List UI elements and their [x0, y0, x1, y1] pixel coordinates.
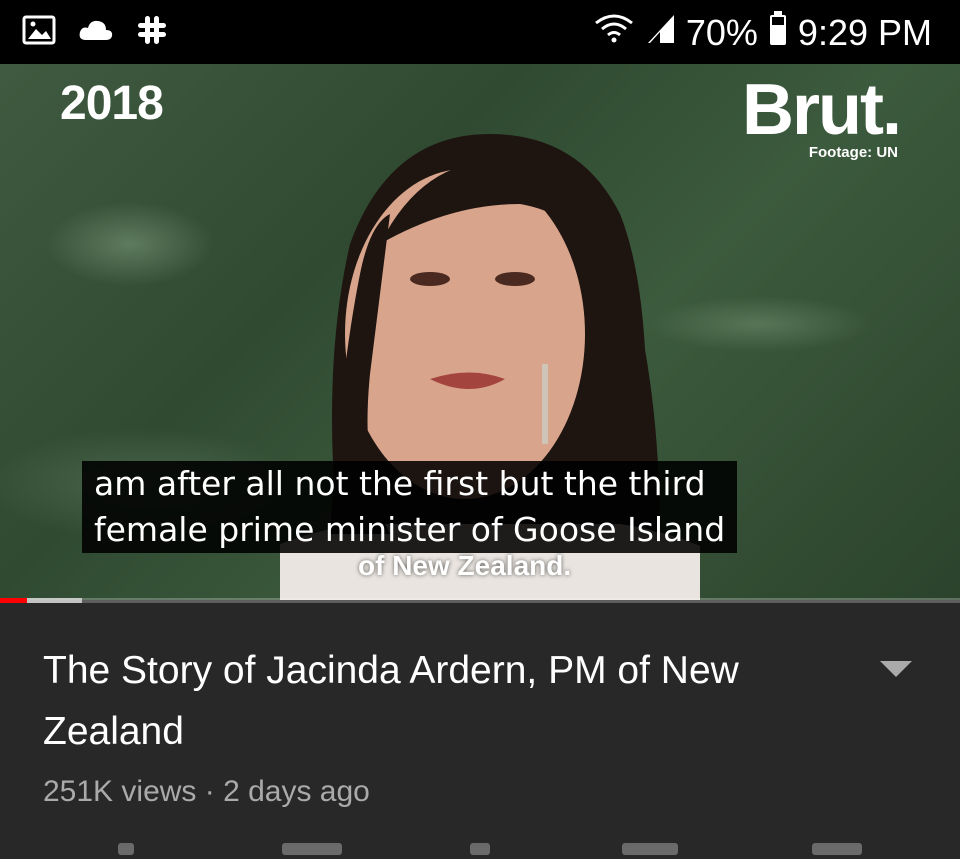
signal-icon: [646, 11, 676, 54]
download-icon[interactable]: [622, 843, 678, 855]
clock-time: 9:29 PM: [797, 11, 932, 53]
video-title[interactable]: The Story of Jacinda Ardern, PM of New Z…: [43, 640, 803, 762]
brand-logo: Brut.: [742, 70, 902, 150]
caption-line: am after all not the first but the third: [94, 464, 706, 503]
video-player[interactable]: 2018 Brut. Footage: UN am after all not …: [0, 64, 960, 600]
status-notification-icons: [22, 14, 168, 51]
status-system-icons: 70% 9:29 PM: [592, 10, 932, 55]
share-icon[interactable]: [470, 843, 490, 855]
video-meta: 251K views · 2 days ago: [43, 775, 370, 808]
gallery-icon: [22, 15, 56, 50]
like-icon[interactable]: [118, 843, 134, 855]
save-icon[interactable]: [812, 843, 862, 855]
battery-percent: 70%: [685, 11, 758, 53]
caption-line: female prime minister of Goose Island: [94, 510, 726, 549]
closed-captions: am after all not the first but the third…: [82, 461, 738, 553]
cloud-icon: [78, 18, 114, 47]
status-bar: 70% 9:29 PM: [0, 0, 960, 64]
expand-description-button[interactable]: [876, 657, 916, 681]
battery-icon: [768, 10, 788, 55]
chevron-down-icon: [880, 661, 912, 677]
burned-in-subtitle: of New Zealand.: [358, 550, 572, 581]
slack-icon: [136, 14, 168, 51]
year-overlay: 2018: [60, 77, 164, 130]
footage-credit: Footage: UN: [808, 144, 898, 161]
wifi-icon: [592, 11, 636, 54]
dislike-icon[interactable]: [282, 843, 342, 855]
video-details-panel: The Story of Jacinda Ardern, PM of New Z…: [0, 603, 960, 855]
action-buttons-row: [0, 839, 960, 859]
